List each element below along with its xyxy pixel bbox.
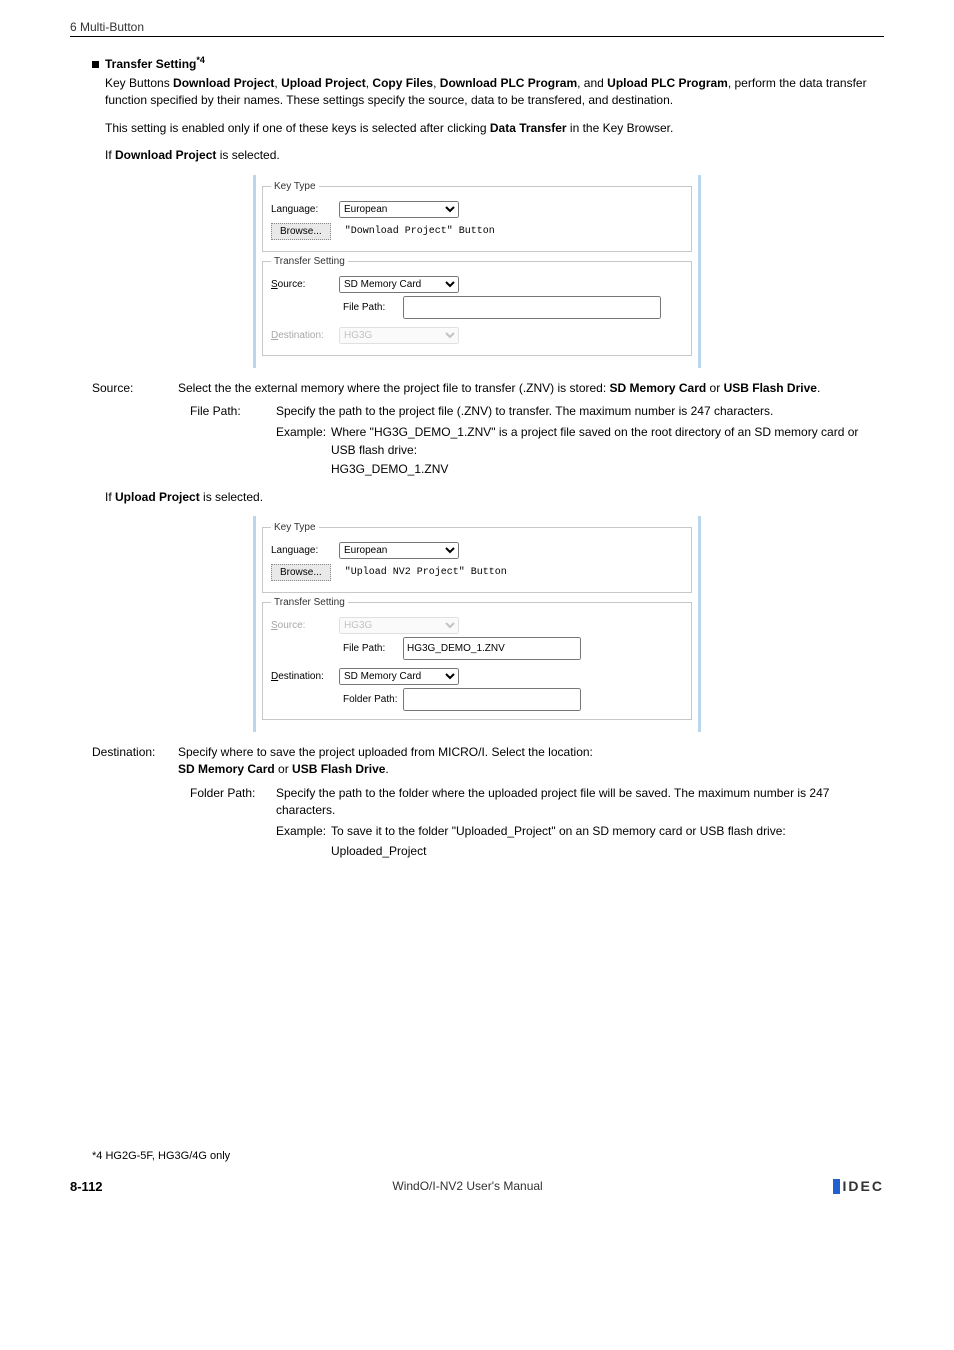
manual-title: WindO/I-NV2 User's Manual bbox=[392, 1179, 542, 1193]
destination-label-2: Destination: bbox=[271, 671, 339, 682]
example-text: Where "HG3G_DEMO_1.ZNV" is a project fil… bbox=[331, 424, 884, 459]
folderpath-text: Specify the path to the folder where the… bbox=[276, 785, 884, 820]
folderpath-term: Folder Path: bbox=[190, 785, 276, 820]
example2-value: Uploaded_Project bbox=[70, 843, 884, 860]
source-text: Select the the external memory where the… bbox=[178, 380, 884, 397]
destination-select: HG3G bbox=[339, 327, 459, 344]
paragraph-2: This setting is enabled only if one of t… bbox=[105, 120, 884, 137]
filepath-input-2[interactable] bbox=[403, 637, 581, 660]
keytype-legend-2: Key Type bbox=[271, 522, 319, 533]
filepath-text: Specify the path to the project file (.Z… bbox=[276, 403, 884, 420]
example-term: Example: bbox=[276, 424, 331, 459]
logo: IDEC bbox=[833, 1178, 884, 1194]
language-label-2: Language: bbox=[271, 545, 339, 556]
source-label-2: Source: bbox=[271, 620, 339, 631]
destination-term: Destination: bbox=[92, 744, 178, 779]
button-desc-2: "Upload NV2 Project" Button bbox=[345, 567, 507, 578]
example-value: HG3G_DEMO_1.ZNV bbox=[70, 461, 884, 478]
bullet-icon bbox=[92, 61, 99, 68]
folderpath-input[interactable] bbox=[403, 688, 581, 711]
folderpath-label: Folder Path: bbox=[343, 694, 403, 705]
logo-bar-icon bbox=[833, 1179, 840, 1194]
page-header: 6 Multi-Button bbox=[70, 20, 884, 37]
page-number: 8-112 bbox=[70, 1179, 103, 1194]
transfer-group: Transfer Setting Source: SD Memory Card … bbox=[262, 256, 692, 356]
source-term: Source: bbox=[92, 380, 178, 397]
example2-term: Example: bbox=[276, 823, 331, 840]
keytype-group: Key Type Language: European Browse... "D… bbox=[262, 181, 692, 252]
if-upload-label: If Upload Project is selected. bbox=[105, 489, 884, 506]
keytype-legend: Key Type bbox=[271, 181, 319, 192]
footnote: *4 HG2G-5F, HG3G/4G only bbox=[70, 1150, 884, 1162]
if-download-label: If Download Project is selected. bbox=[105, 147, 884, 164]
filepath-label: File Path: bbox=[343, 302, 403, 313]
filepath-input[interactable] bbox=[403, 296, 661, 319]
button-desc: "Download Project" Button bbox=[345, 226, 495, 237]
filepath-term: File Path: bbox=[190, 403, 276, 420]
language-label: Language: bbox=[271, 204, 339, 215]
example2-text: To save it to the folder "Uploaded_Proje… bbox=[331, 823, 884, 840]
keytype-group-2: Key Type Language: European Browse... "U… bbox=[262, 522, 692, 593]
download-panel: Key Type Language: European Browse... "D… bbox=[253, 175, 701, 368]
source-select[interactable]: SD Memory Card bbox=[339, 276, 459, 293]
section-title: Transfer Setting*4 bbox=[105, 55, 205, 71]
destination-label: Destination: bbox=[271, 330, 339, 341]
paragraph-1: Key Buttons Download Project, Upload Pro… bbox=[105, 75, 884, 110]
browse-button[interactable]: Browse... bbox=[271, 223, 331, 240]
language-select[interactable]: European bbox=[339, 201, 459, 218]
browse-button-2[interactable]: Browse... bbox=[271, 564, 331, 581]
language-select-2[interactable]: European bbox=[339, 542, 459, 559]
filepath-label-2: File Path: bbox=[343, 643, 403, 654]
source-label: Source: bbox=[271, 279, 339, 290]
transfer-group-2: Transfer Setting Source: HG3G File Path:… bbox=[262, 597, 692, 720]
destination-select-2[interactable]: SD Memory Card bbox=[339, 668, 459, 685]
transfer-legend-2: Transfer Setting bbox=[271, 597, 348, 608]
transfer-legend: Transfer Setting bbox=[271, 256, 348, 267]
upload-panel: Key Type Language: European Browse... "U… bbox=[253, 516, 701, 732]
destination-text: Specify where to save the project upload… bbox=[178, 744, 884, 779]
source-select-2: HG3G bbox=[339, 617, 459, 634]
